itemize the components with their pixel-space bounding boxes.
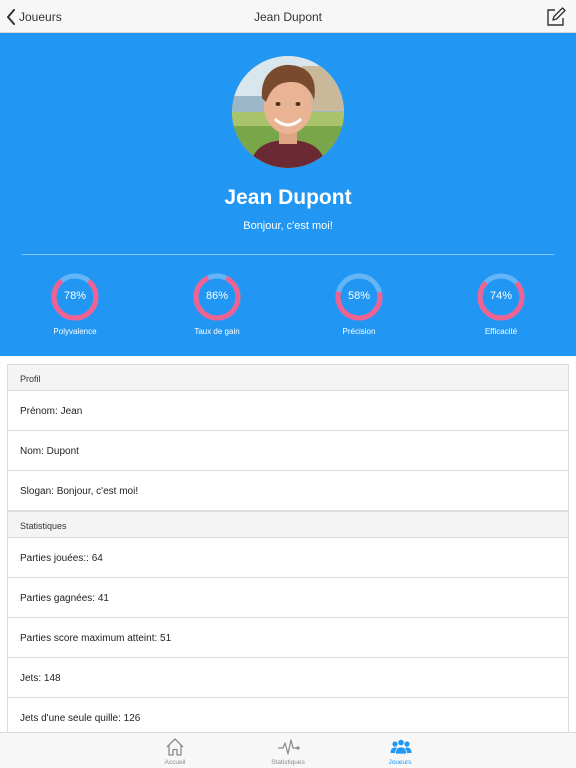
section-header-profil: Profil bbox=[8, 364, 568, 391]
item-label: Prénom: bbox=[20, 406, 61, 417]
hero-divider bbox=[22, 254, 554, 255]
item-value: 41 bbox=[97, 593, 109, 604]
list-item-jets-une-quille[interactable]: Jets d'une seule quille: 126 bbox=[8, 698, 568, 732]
gauge-value: 58% bbox=[347, 290, 371, 302]
people-icon bbox=[390, 738, 412, 755]
pulse-icon bbox=[278, 739, 300, 755]
item-label: Parties score maximum atteint: bbox=[20, 633, 161, 644]
list-item-score-maximum[interactable]: Parties score maximum atteint: 51 bbox=[8, 618, 568, 658]
item-label: Slogan: bbox=[20, 486, 57, 497]
item-value: Bonjour, c'est moi! bbox=[56, 486, 139, 497]
gauge-label: Précision bbox=[342, 327, 376, 336]
nav-bar: Joueurs Jean Dupont bbox=[0, 0, 576, 33]
list-item-nom[interactable]: Nom: Dupont bbox=[8, 431, 568, 471]
tab-accueil[interactable]: Accueil bbox=[120, 733, 230, 768]
edit-button[interactable] bbox=[546, 7, 566, 27]
item-label: Parties gagnées: bbox=[20, 593, 98, 604]
list-item-jets[interactable]: Jets: 148 bbox=[8, 658, 568, 698]
avatar-photo bbox=[232, 56, 344, 168]
player-name: Jean Dupont bbox=[224, 186, 352, 209]
gauge-label: Efficacité bbox=[484, 327, 518, 336]
tab-label: Statistiques bbox=[271, 759, 305, 766]
player-details-list[interactable]: Profil Prénom: Jean Nom: Dupont Slogan: … bbox=[7, 364, 569, 732]
page-title: Jean Dupont bbox=[253, 10, 323, 24]
stat-gauges: 78% Polyvalence 86% Taux de gain 58% Pré… bbox=[0, 273, 576, 343]
item-label: Jets d'une seule quille: bbox=[20, 713, 124, 724]
item-value: Dupont bbox=[46, 446, 79, 457]
tab-bar: Accueil Statistiques Joueurs bbox=[0, 732, 576, 768]
player-slogan: Bonjour, c'est moi! bbox=[243, 220, 333, 232]
avatar[interactable] bbox=[232, 56, 344, 168]
gauge-taux-de-gain: 86% Taux de gain bbox=[167, 273, 267, 343]
gauge-precision: 58% Précision bbox=[309, 273, 409, 343]
gauge-value: 78% bbox=[63, 290, 87, 302]
gauge-efficacite: 74% Efficacité bbox=[451, 273, 551, 343]
list-item-parties-jouees[interactable]: Parties jouées:: 64 bbox=[8, 538, 568, 578]
gauge-value: 86% bbox=[205, 290, 229, 302]
profile-hero: Jean Dupont Bonjour, c'est moi! 78% Poly… bbox=[0, 33, 576, 356]
item-value: Jean bbox=[60, 406, 83, 417]
list-item-parties-gagnees[interactable]: Parties gagnées: 41 bbox=[8, 578, 568, 618]
gauge-value: 74% bbox=[489, 290, 513, 302]
tab-label: Accueil bbox=[164, 759, 186, 766]
section-header-statistiques: Statistiques bbox=[8, 511, 568, 538]
item-label: Parties jouées:: bbox=[20, 553, 92, 564]
gauge-polyvalence: 78% Polyvalence bbox=[25, 273, 125, 343]
tab-joueurs[interactable]: Joueurs bbox=[345, 733, 455, 768]
item-value: 148 bbox=[43, 673, 61, 684]
list-item-slogan[interactable]: Slogan: Bonjour, c'est moi! bbox=[8, 471, 568, 511]
gauge-label: Polyvalence bbox=[53, 327, 97, 336]
tab-statistiques[interactable]: Statistiques bbox=[233, 733, 343, 768]
edit-icon bbox=[547, 7, 566, 26]
home-icon bbox=[166, 738, 184, 756]
tab-label: Joueurs bbox=[388, 759, 412, 766]
item-label: Nom: bbox=[20, 446, 47, 457]
item-label: Jets: bbox=[20, 673, 44, 684]
gauge-label: Taux de gain bbox=[194, 327, 240, 336]
list-item-prenom[interactable]: Prénom: Jean bbox=[8, 391, 568, 431]
item-value: 51 bbox=[160, 633, 172, 644]
item-value: 64 bbox=[91, 553, 103, 564]
item-value: 126 bbox=[123, 713, 141, 724]
